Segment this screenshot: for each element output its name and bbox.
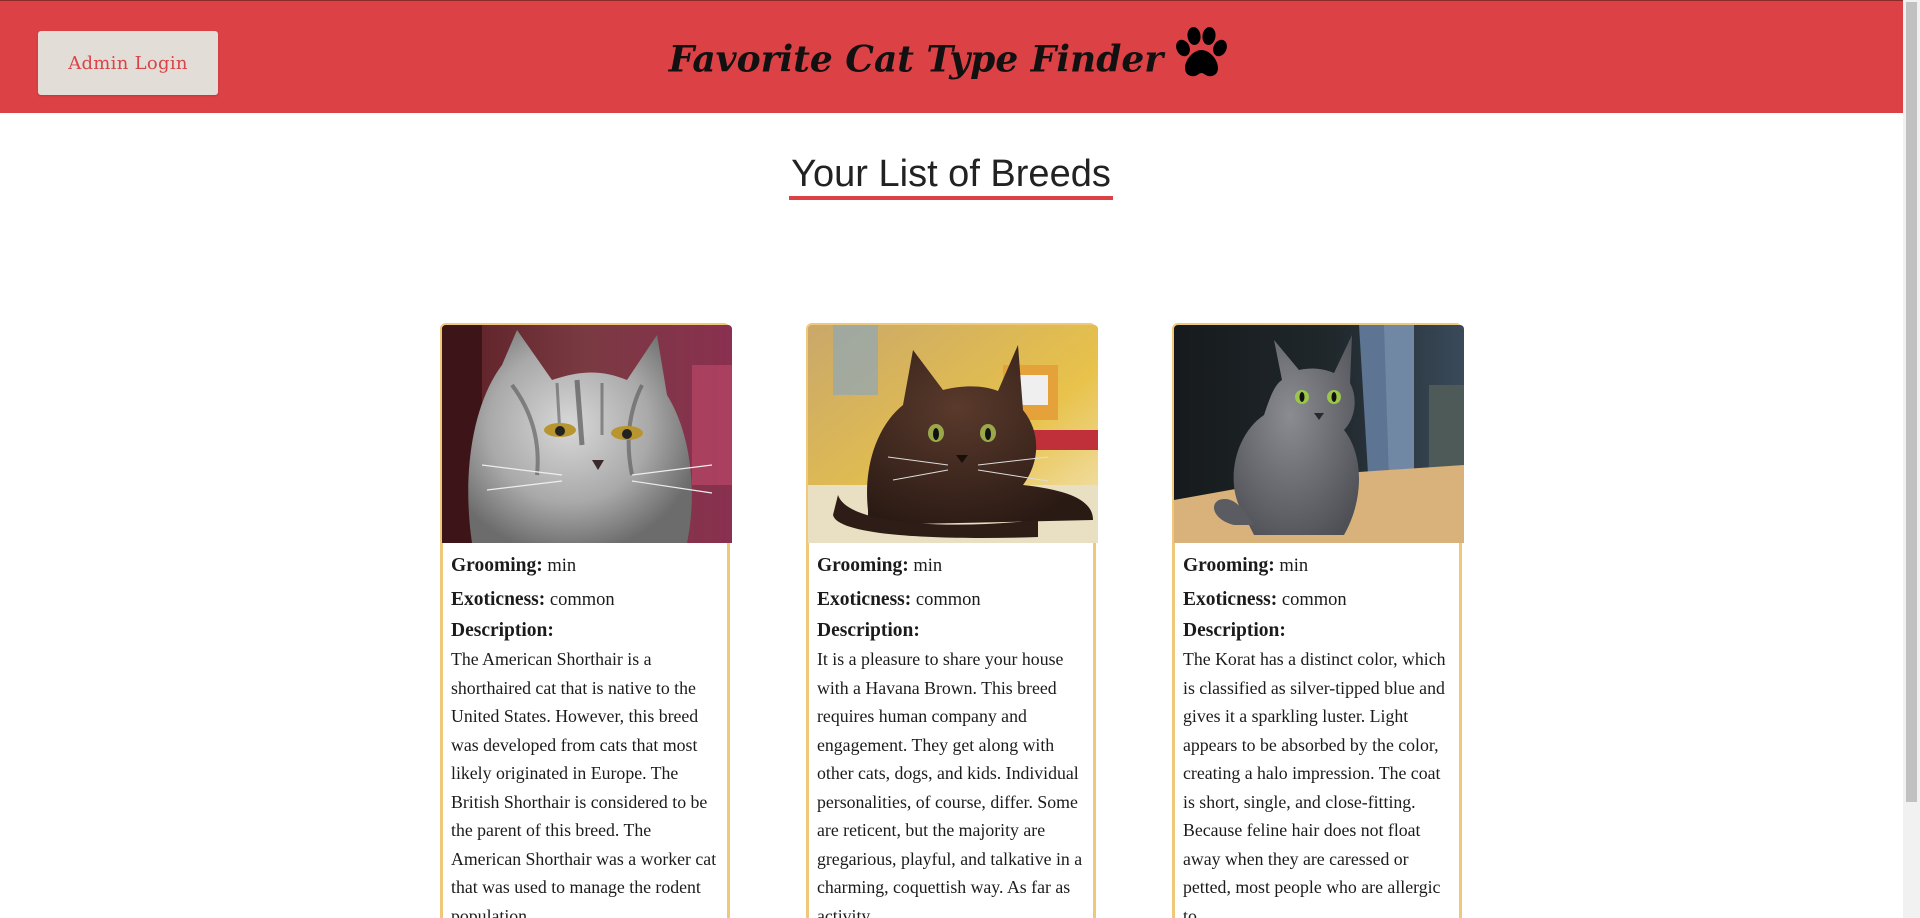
- description-text: The Korat has a distinct color, which is…: [1183, 649, 1446, 918]
- description-label: Description:: [451, 620, 554, 641]
- scrollbar-thumb[interactable]: [1906, 2, 1917, 802]
- grooming-row: Grooming: min: [817, 549, 1087, 583]
- breed-card: Grooming: min Exoticness: common Descrip…: [806, 323, 1098, 918]
- grooming-label: Grooming:: [451, 555, 543, 576]
- site-title: Favorite Cat Type Finder: [0, 26, 1900, 96]
- exoticness-value: common: [1281, 590, 1347, 610]
- exoticness-row: Exoticness: common: [451, 583, 721, 617]
- cat-photo-korat: [1174, 325, 1464, 543]
- grooming-value: min: [547, 556, 577, 576]
- cat-photo-american-shorthair: [442, 325, 732, 543]
- exoticness-label: Exoticness:: [451, 589, 546, 610]
- exoticness-value: common: [549, 590, 615, 610]
- card-body: Grooming: min Exoticness: common Descrip…: [1183, 549, 1453, 918]
- exoticness-value: common: [915, 590, 981, 610]
- card-body: Grooming: min Exoticness: common Descrip…: [451, 549, 721, 918]
- paw-icon: [1173, 26, 1231, 93]
- page-scrollbar[interactable]: [1903, 0, 1920, 918]
- exoticness-label: Exoticness:: [817, 589, 912, 610]
- site-title-text: Favorite Cat Type Finder: [668, 38, 1164, 81]
- description-label: Description:: [1183, 620, 1286, 641]
- page-heading: Your List of Breeds: [0, 152, 1902, 200]
- breed-card: Grooming: min Exoticness: common Descrip…: [440, 323, 732, 918]
- exoticness-row: Exoticness: common: [817, 583, 1087, 617]
- grooming-label: Grooming:: [1183, 555, 1275, 576]
- description-text: It is a pleasure to share your house wit…: [817, 649, 1083, 918]
- description-label: Description:: [817, 620, 920, 641]
- grooming-label: Grooming:: [817, 555, 909, 576]
- exoticness-label: Exoticness:: [1183, 589, 1278, 610]
- grooming-value: min: [913, 556, 943, 576]
- exoticness-row: Exoticness: common: [1183, 583, 1453, 617]
- site-header: Admin Login Favorite Cat Type Finder: [0, 1, 1920, 113]
- breed-card: Grooming: min Exoticness: common Descrip…: [1172, 323, 1464, 918]
- description-text: The American Shorthair is a shorthaired …: [451, 649, 717, 918]
- card-body: Grooming: min Exoticness: common Descrip…: [817, 549, 1087, 918]
- grooming-value: min: [1279, 556, 1309, 576]
- grooming-row: Grooming: min: [451, 549, 721, 583]
- page-heading-text: Your List of Breeds: [789, 152, 1113, 200]
- grooming-row: Grooming: min: [1183, 549, 1453, 583]
- cat-photo-havana-brown: [808, 325, 1098, 543]
